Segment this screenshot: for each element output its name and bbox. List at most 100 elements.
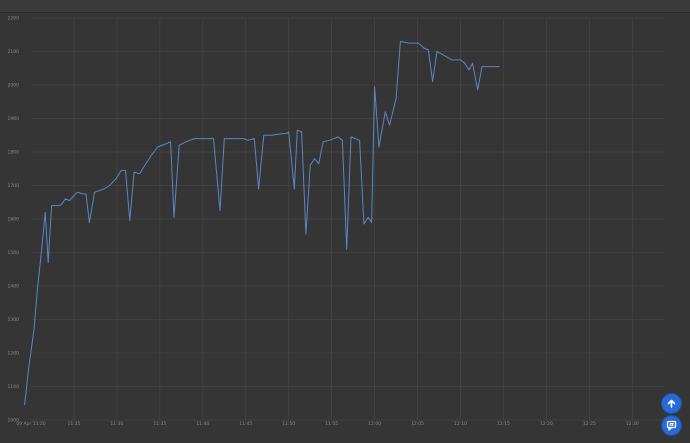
- y-tick-label: 1400: [8, 284, 20, 290]
- data-point: [77, 191, 78, 193]
- data-point: [374, 86, 375, 88]
- x-tick-label: 11:45: [239, 421, 252, 427]
- data-point: [139, 173, 141, 175]
- data-point: [94, 191, 95, 193]
- data-point: [384, 111, 386, 113]
- data-point: [314, 158, 315, 160]
- y-tick-label: 2100: [8, 49, 20, 55]
- data-point: [408, 42, 410, 44]
- x-tick-label: 12:00: [368, 421, 381, 427]
- chat-button[interactable]: [662, 416, 681, 435]
- data-point: [253, 138, 255, 139]
- x-tick-label: 12:15: [497, 421, 510, 427]
- data-point: [464, 62, 466, 64]
- data-point: [498, 66, 500, 67]
- chart-series: [24, 40, 500, 406]
- y-tick-label: 1900: [8, 116, 20, 122]
- data-point: [115, 178, 117, 180]
- data-point: [120, 170, 122, 171]
- data-point: [69, 200, 71, 201]
- data-point: [125, 170, 126, 171]
- arrow-up-icon: [667, 399, 676, 408]
- data-point: [243, 138, 244, 139]
- data-point: [178, 144, 180, 146]
- data-point: [293, 188, 295, 190]
- data-point: [65, 198, 66, 200]
- data-point: [337, 136, 339, 138]
- x-tick-label: 09 Apr 11:20: [16, 421, 45, 427]
- y-tick-label: 1700: [8, 183, 20, 189]
- data-point: [204, 138, 206, 139]
- data-point: [423, 47, 425, 49]
- y-tick-label: 1300: [8, 317, 20, 323]
- y-tick-label: 1200: [8, 351, 20, 357]
- data-point: [271, 134, 272, 136]
- data-point: [258, 188, 259, 190]
- data-point: [223, 138, 225, 139]
- data-point: [33, 329, 35, 330]
- data-point: [309, 165, 311, 166]
- data-point: [170, 141, 171, 143]
- data-point: [82, 193, 83, 195]
- x-tick-label: 11:25: [67, 421, 80, 427]
- data-point: [359, 139, 360, 141]
- x-tick-label: 12:25: [583, 421, 596, 427]
- data-point: [350, 136, 352, 138]
- data-point: [103, 188, 105, 190]
- data-point: [367, 216, 369, 218]
- data-point: [395, 98, 397, 99]
- y-tick-label: 1500: [8, 250, 20, 256]
- data-point: [133, 171, 135, 173]
- series-line: [24, 40, 500, 405]
- data-point: [318, 163, 320, 165]
- data-point: [219, 210, 221, 211]
- data-point: [432, 81, 433, 82]
- data-point: [193, 138, 195, 139]
- data-point: [144, 165, 146, 166]
- y-tick-label: 1100: [8, 384, 20, 390]
- data-point: [281, 133, 283, 134]
- x-tick-label: 12:10: [454, 421, 467, 427]
- x-tick-label: 12:20: [540, 421, 553, 427]
- data-point: [427, 49, 429, 51]
- data-point: [400, 41, 401, 42]
- data-point: [305, 233, 307, 235]
- y-tick-label: 2000: [8, 83, 20, 89]
- y-tick-label: 1800: [8, 150, 20, 156]
- y-axis-tick-labels: 1000110012001300140015001600170018001900…: [8, 16, 20, 424]
- data-point: [468, 69, 470, 71]
- data-point: [329, 139, 330, 141]
- data-point: [322, 141, 324, 143]
- data-point: [213, 138, 214, 139]
- data-point: [51, 205, 52, 206]
- data-point: [455, 59, 457, 61]
- x-tick-label: 11:55: [325, 421, 338, 427]
- data-point: [56, 205, 58, 206]
- data-point: [60, 204, 62, 206]
- x-tick-label: 11:50: [282, 421, 295, 427]
- x-tick-label: 11:35: [153, 421, 166, 427]
- x-tick-label: 12:05: [411, 421, 424, 427]
- data-point: [24, 404, 25, 406]
- data-point: [37, 289, 38, 290]
- y-tick-label: 2200: [8, 16, 20, 22]
- data-point: [157, 146, 159, 148]
- data-point: [41, 248, 43, 250]
- data-point: [44, 211, 46, 213]
- data-point: [420, 44, 421, 46]
- data-point: [263, 134, 265, 136]
- data-point: [173, 216, 175, 218]
- data-point: [288, 131, 290, 133]
- scroll-to-top-button[interactable]: [662, 394, 681, 413]
- data-point: [286, 133, 287, 134]
- x-tick-label: 12:30: [626, 421, 639, 427]
- data-point: [150, 155, 152, 156]
- data-point: [363, 223, 365, 225]
- data-point: [342, 139, 343, 141]
- data-point: [301, 131, 302, 133]
- data-point: [73, 195, 75, 196]
- data-point: [460, 59, 461, 61]
- data-point: [477, 89, 479, 91]
- data-point: [99, 190, 101, 191]
- data-point: [28, 366, 30, 367]
